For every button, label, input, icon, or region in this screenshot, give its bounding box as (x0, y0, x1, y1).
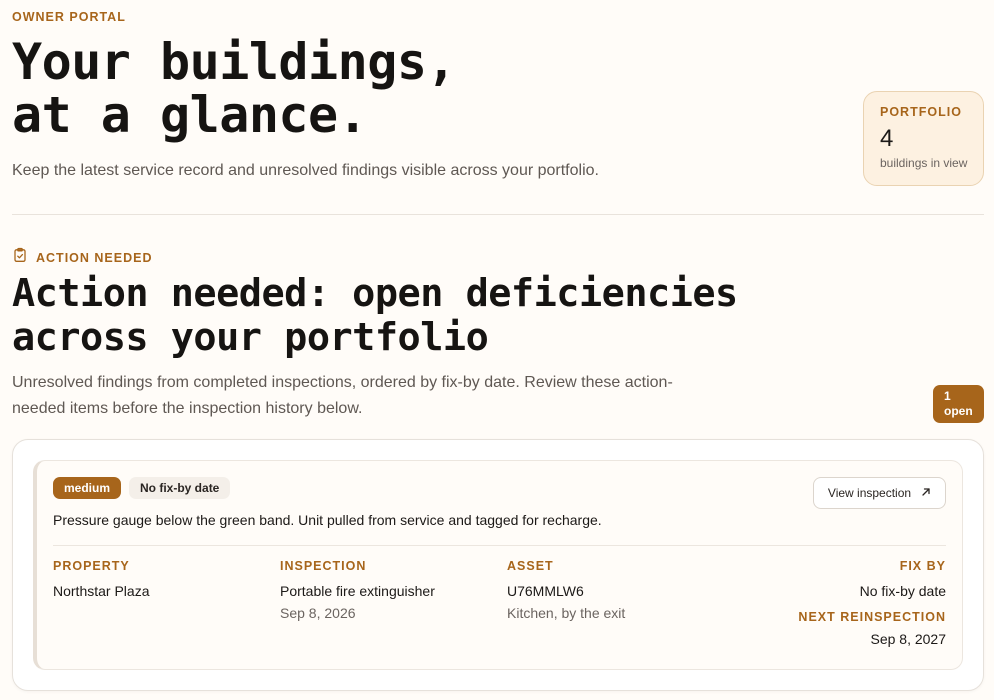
property-name: Northstar Plaza (53, 583, 150, 599)
deficiencies-card: medium No fix-by date View inspection Pr… (12, 439, 984, 691)
section-divider (12, 214, 984, 215)
next-reinspection-date: Sep 8, 2027 (870, 631, 946, 647)
next-reinspection-heading: NEXT REINSPECTION (798, 610, 946, 624)
portfolio-caption: buildings in view (880, 156, 968, 170)
owner-portal-page: OWNER PORTAL Your buildings, at a glance… (0, 0, 994, 700)
portfolio-summary-card: PORTFOLIO 4 buildings in view (863, 91, 984, 186)
action-needed-eyebrow: ACTION NEEDED (12, 247, 152, 268)
finding-details: PROPERTY Northstar Plaza INSPECTION Port… (53, 546, 946, 656)
page-subtitle: Keep the latest service record and unres… (12, 162, 599, 179)
asset-id: U76MMLW6 (507, 583, 584, 599)
fix-by-heading: FIX BY (899, 559, 946, 573)
action-needed-title: Action needed: open deficiencies across … (12, 271, 738, 360)
inspection-heading: INSPECTION (280, 559, 367, 573)
finding-description: Pressure gauge below the green band. Uni… (53, 512, 602, 528)
severity-badge: medium (53, 477, 122, 499)
page-title: Your buildings, at a glance. (12, 33, 457, 144)
view-inspection-label: View inspection (827, 486, 912, 500)
fix-by-column: FIX BY No fix-by date NEXT REINSPECTION … (798, 559, 946, 647)
open-label: open (944, 404, 973, 418)
open-count: 1 (944, 389, 951, 403)
fix-by-tag: No fix-by date (129, 477, 231, 499)
property-column: PROPERTY Northstar Plaza (53, 559, 149, 599)
asset-location: Kitchen, by the exit (507, 605, 626, 621)
portfolio-label: PORTFOLIO (880, 105, 962, 119)
inspection-type: Portable fire extinguisher (280, 583, 435, 599)
view-inspection-button[interactable]: View inspection (813, 477, 946, 509)
portfolio-count: 4 (880, 125, 894, 152)
page-eyebrow: OWNER PORTAL (12, 10, 126, 24)
open-count-badge: 1 open (933, 385, 984, 423)
arrow-up-right-icon (921, 486, 931, 500)
property-heading: PROPERTY (53, 559, 130, 573)
asset-heading: ASSET (507, 559, 554, 573)
asset-column: ASSET U76MMLW6 Kitchen, by the exit (507, 559, 625, 621)
action-needed-description: Unresolved findings from completed inspe… (12, 374, 673, 417)
action-needed-label: ACTION NEEDED (36, 250, 153, 265)
deficiency-item: medium No fix-by date View inspection Pr… (33, 460, 963, 670)
fix-by-value: No fix-by date (859, 583, 946, 599)
inspection-date: Sep 8, 2026 (280, 605, 356, 621)
inspection-column: INSPECTION Portable fire extinguisher Se… (280, 559, 435, 621)
clipboard-check-icon (12, 247, 28, 268)
